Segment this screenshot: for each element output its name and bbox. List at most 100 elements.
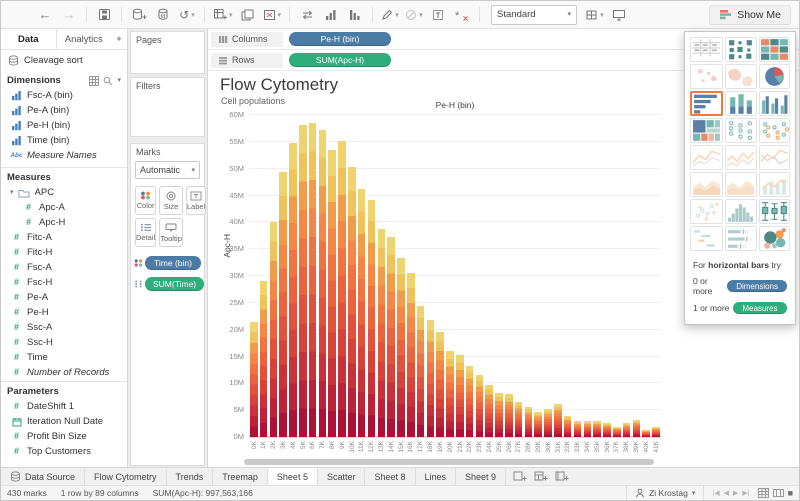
expander-icon[interactable]: ▾ [10,189,14,196]
clear-sort-icon[interactable]: * [450,5,474,25]
measure-number-of-records[interactable]: #Number of Records [1,365,127,380]
bar-4k[interactable] [289,143,297,437]
bar-30k[interactable] [544,409,552,437]
bar-23k[interactable] [476,375,484,437]
new-worksheet-icon[interactable]: ▾ [210,5,236,25]
bar-3k[interactable] [279,172,287,437]
parameter-iteration-null-date[interactable]: Iteration Null Date [1,414,127,429]
measure-apc-a[interactable]: #Apc-A [1,200,127,215]
showme-bullet-graph[interactable] [725,226,757,251]
showme-heat-map[interactable] [725,37,757,62]
next-sheet-icon[interactable]: ▶ [733,489,738,497]
bar-25k[interactable] [495,393,503,437]
measure-time[interactable]: #Time [1,350,127,365]
showme-gantt[interactable] [690,226,723,251]
bar-22k[interactable] [466,366,474,437]
bar-31k[interactable] [554,404,562,437]
showme-circle-views[interactable] [725,118,757,143]
horizontal-scrollbar[interactable] [244,459,654,465]
pages-shelf[interactable]: Pages [130,31,205,74]
cell-size-icon[interactable]: ▾ [583,5,607,25]
bar-20k[interactable] [446,351,454,437]
marks-button-detail[interactable]: Detail [135,218,156,247]
measure-fsc-a[interactable]: #Fsc-A [1,260,127,275]
add-datasource-icon[interactable] [127,5,151,25]
bar-32k[interactable] [564,416,572,437]
bar-28k[interactable] [525,407,533,437]
bar-14k[interactable] [387,237,395,437]
sheet-tab-data-source[interactable]: Data Source [1,468,85,485]
showme-pie-chart[interactable] [759,64,791,89]
bar-33k[interactable] [574,421,582,437]
sheet-view-icon[interactable]: ■ [788,488,793,498]
measure-fitc-h[interactable]: #Fitc-H [1,245,127,260]
marks-button-tooltip[interactable]: Tooltip [159,218,183,247]
bar-39k[interactable] [633,420,641,437]
sheet-tab-lines[interactable]: Lines [416,468,457,485]
bar-13k[interactable] [378,229,386,437]
marks-pill-time-bin-[interactable]: Time (bin) [145,256,201,270]
bar-18k[interactable] [427,320,435,437]
measure-ssc-h[interactable]: #Ssc-H [1,335,127,350]
user-menu[interactable]: Zi Krostag ▾ [626,486,704,501]
bar-17k[interactable] [417,306,425,437]
bar-16k[interactable] [407,273,415,437]
showme-dual-combination[interactable] [759,172,791,197]
pause-updates-icon[interactable] [151,5,175,25]
showme-histogram[interactable] [725,199,757,224]
sort-descending-icon[interactable] [343,5,367,25]
bar-26k[interactable] [505,394,513,437]
dimension-pe-h-bin-[interactable]: Pe-H (bin) [1,118,127,133]
clear-sheet-icon[interactable]: ▾ [260,5,285,25]
bar-36k[interactable] [603,423,611,437]
bar-8k[interactable] [328,150,336,437]
bar-9k[interactable] [338,141,346,437]
showme-side-by-side-bars[interactable] [759,91,791,116]
last-sheet-icon[interactable]: ▶| [742,489,749,497]
measure-pe-a[interactable]: #Pe-A [1,290,127,305]
filters-shelf[interactable]: Filters [130,77,205,137]
measure-fitc-a[interactable]: #Fitc-A [1,230,127,245]
showme-horizontal-bars[interactable] [690,91,723,116]
marks-button-label[interactable]: Label [186,186,206,215]
sheet-tab-sheet-5[interactable]: Sheet 5 [268,468,318,485]
bar-24k[interactable] [485,385,493,437]
fit-selector[interactable]: Standard ▾ [491,5,577,25]
tableau-logo-icon[interactable] [9,5,33,25]
chevron-down-icon[interactable]: ▾ [117,77,121,84]
back-icon[interactable]: ← [33,5,57,25]
measure-fsc-h[interactable]: #Fsc-H [1,275,127,290]
dimension-fsc-a-bin-[interactable]: Fsc-A (bin) [1,88,127,103]
save-icon[interactable] [92,5,116,25]
bar-1k[interactable] [260,281,268,437]
bar-41k[interactable] [652,427,660,437]
showme-area-discrete[interactable] [725,172,757,197]
grid-icon[interactable] [89,75,99,86]
showme-box-and-whisker[interactable] [759,199,791,224]
bar-6k[interactable] [309,123,317,437]
parameter-top-customers[interactable]: #Top Customers [1,444,127,459]
bar-12k[interactable] [368,200,376,437]
showme-treemap[interactable] [690,118,723,143]
sheet-tab-flow-cytometry[interactable]: Flow Cytometry [85,468,167,485]
bar-37k[interactable] [613,427,621,437]
measure-ssc-a[interactable]: #Ssc-A [1,320,127,335]
showme-lines-continuous[interactable] [690,145,723,170]
bar-29k[interactable] [534,412,542,437]
marks-button-size[interactable]: Size [159,186,183,215]
bar-38k[interactable] [623,423,631,437]
bar-5k[interactable] [299,125,307,437]
tab-data[interactable]: Data [1,29,57,49]
showme-filled-map[interactable] [725,64,757,89]
measure-pe-h[interactable]: #Pe-H [1,305,127,320]
showme-scatter-plot[interactable] [690,199,723,224]
new-worksheet-tab-icon[interactable] [513,471,527,482]
bar-19k[interactable] [436,332,444,437]
duplicate-icon[interactable] [236,5,260,25]
new-dashboard-tab-icon[interactable] [534,471,548,482]
dimension-pe-a-bin-[interactable]: Pe-A (bin) [1,103,127,118]
sort-ascending-icon[interactable] [319,5,343,25]
datasource-item[interactable]: Cleavage sort [1,50,127,71]
showme-dual-lines[interactable] [759,145,791,170]
sheet-tab-sheet-9[interactable]: Sheet 9 [456,468,506,485]
